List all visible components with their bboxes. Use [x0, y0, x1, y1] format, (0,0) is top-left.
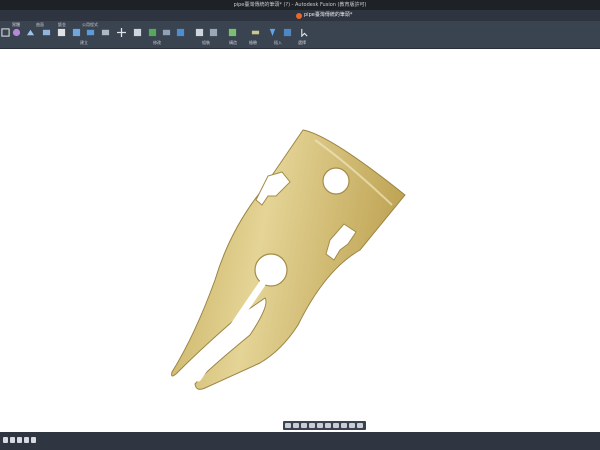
- move-icon[interactable]: [117, 28, 126, 37]
- split-icon[interactable]: [101, 28, 110, 37]
- group-insert[interactable]: 插入: [274, 40, 282, 45]
- combine-icon[interactable]: [86, 28, 95, 37]
- selection-icon[interactable]: [300, 28, 309, 37]
- pan-icon[interactable]: [301, 423, 307, 428]
- group-modify[interactable]: 修改: [153, 40, 161, 45]
- timeline-end-icon[interactable]: [31, 437, 36, 443]
- window-title: pipe臺灣傳統的筆頭* (?) - Autodesk Fusion (教育版許…: [233, 2, 367, 8]
- joint-icon[interactable]: [57, 28, 66, 37]
- orbit-icon[interactable]: [285, 423, 291, 428]
- timeline-play-icon[interactable]: [17, 437, 22, 443]
- fillet-icon[interactable]: [42, 28, 51, 37]
- timeline-next-icon[interactable]: [24, 437, 29, 443]
- ribbon-tab-solid[interactable]: 實體: [12, 22, 20, 27]
- group-inspect[interactable]: 檢驗: [249, 40, 257, 45]
- timeline-bar: [0, 432, 600, 450]
- window-title-bar: pipe臺灣傳統的筆頭* (?) - Autodesk Fusion (教育版許…: [0, 0, 600, 10]
- group-create[interactable]: 建立: [80, 40, 88, 45]
- group-select[interactable]: 選擇: [298, 40, 306, 45]
- navigation-bar: [283, 421, 366, 430]
- fusion-document-icon: [296, 12, 302, 19]
- extrude-icon[interactable]: [26, 28, 35, 37]
- drive-joints-icon[interactable]: [176, 28, 185, 37]
- group-assemble[interactable]: 組裝: [202, 40, 210, 45]
- measure-icon[interactable]: [228, 28, 237, 37]
- select-icon[interactable]: [1, 28, 10, 37]
- create-sketch-icon[interactable]: [12, 28, 21, 37]
- zoom-icon[interactable]: [309, 423, 315, 428]
- shell-icon[interactable]: [72, 28, 81, 37]
- fit-icon[interactable]: [317, 423, 323, 428]
- look-at-icon[interactable]: [293, 423, 299, 428]
- assemble-icon[interactable]: [148, 28, 157, 37]
- document-tab-label: pipe臺灣傳統的筆頭*: [304, 12, 353, 18]
- insert-icon[interactable]: [268, 28, 277, 37]
- plane-icon[interactable]: [195, 28, 204, 37]
- decal-icon[interactable]: [283, 28, 292, 37]
- pen-nib-model[interactable]: [0, 49, 600, 421]
- ribbon-tab-utilities[interactable]: 公用程式: [82, 22, 98, 27]
- effects-icon[interactable]: [357, 423, 363, 428]
- document-tab-bar: pipe臺灣傳統的筆頭*: [0, 10, 600, 21]
- align-icon[interactable]: [133, 28, 142, 37]
- viewports-icon[interactable]: [341, 423, 347, 428]
- ribbon-tab-sheetmetal[interactable]: 鈑金: [58, 22, 66, 27]
- axis-icon[interactable]: [209, 28, 218, 37]
- timeline-previous-icon[interactable]: [10, 437, 15, 443]
- toolbar-ribbon: 實體 曲面 鈑金 公用程式 建立 修改 組裝 構造 檢驗 插入 選擇: [0, 21, 600, 49]
- grid-settings-icon[interactable]: [333, 423, 339, 428]
- group-construct[interactable]: 構造: [229, 40, 237, 45]
- design-canvas[interactable]: [0, 49, 600, 421]
- rigid-group-icon[interactable]: [162, 28, 171, 37]
- display-settings-icon[interactable]: [325, 423, 331, 428]
- environment-icon[interactable]: [349, 423, 355, 428]
- ribbon-tab-surface[interactable]: 曲面: [36, 22, 44, 27]
- timeline-start-icon[interactable]: [3, 437, 8, 443]
- interference-icon[interactable]: [251, 28, 260, 37]
- document-tab[interactable]: pipe臺灣傳統的筆頭*: [292, 11, 356, 20]
